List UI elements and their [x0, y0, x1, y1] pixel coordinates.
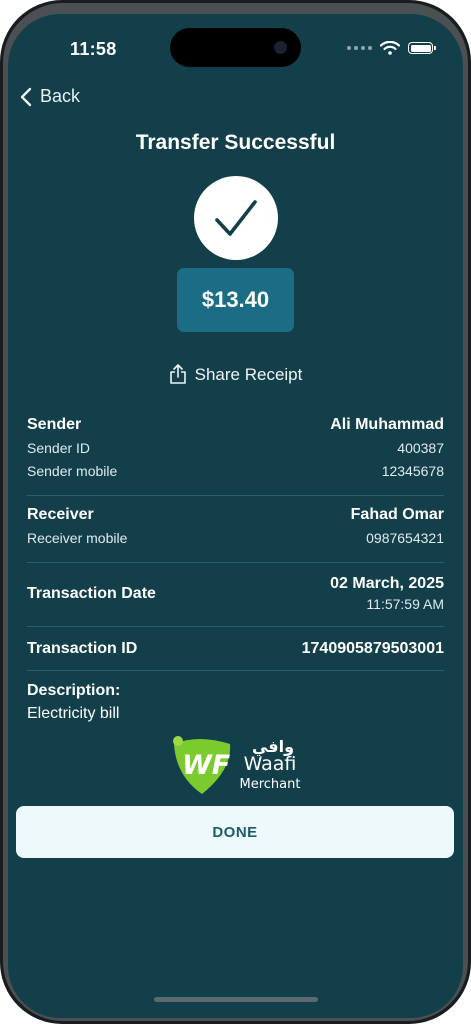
logo-sub: Merchant	[240, 777, 301, 792]
sender-name: Ali Muhammad	[330, 416, 444, 433]
cellular-signal-icon	[347, 46, 372, 50]
transaction-date-section: Transaction Date 02 March, 2025 11:57:59…	[27, 563, 444, 626]
camera-icon	[274, 41, 287, 54]
sender-mobile-label: Sender mobile	[27, 463, 118, 479]
status-time: 11:58	[70, 39, 117, 59]
waafi-merchant-logo: WF وافي Waafi Merchant	[168, 732, 308, 794]
sender-id-label: Sender ID	[27, 440, 91, 456]
sender-mobile-value: 12345678	[381, 463, 444, 479]
sender-label: Sender	[27, 416, 82, 433]
description-label: Description:	[27, 682, 121, 699]
description-section: Description: Electricity bill	[27, 671, 444, 723]
chevron-left-icon	[20, 87, 32, 106]
transaction-details: Sender Ali Muhammad Sender ID 400387 Sen…	[27, 416, 444, 723]
phone-frame: 11:58 Back Transfer Successful $13.40 Sh…	[0, 0, 471, 1024]
status-icons	[347, 41, 436, 55]
sender-section: Sender Ali Muhammad Sender ID 400387 Sen…	[27, 416, 444, 495]
done-label: DONE	[212, 823, 258, 841]
share-receipt-label: Share Receipt	[194, 364, 303, 384]
transaction-id-label: Transaction ID	[27, 640, 138, 657]
logo-name: Waafi	[244, 753, 297, 775]
receiver-section: Receiver Fahad Omar Receiver mobile 0987…	[27, 496, 444, 562]
transaction-date-value: 02 March, 2025	[330, 575, 444, 592]
battery-icon	[408, 42, 436, 54]
back-label: Back	[40, 86, 81, 106]
share-icon	[169, 364, 186, 384]
share-receipt-button[interactable]: Share Receipt	[8, 364, 463, 385]
checkmark-icon	[215, 200, 257, 236]
sender-id-value: 400387	[397, 440, 444, 456]
receiver-mobile-label: Receiver mobile	[27, 530, 128, 546]
transaction-id-value: 1740905879503001	[301, 640, 444, 657]
receiver-name: Fahad Omar	[350, 506, 444, 523]
transaction-date-label: Transaction Date	[27, 584, 156, 602]
success-badge	[194, 176, 278, 260]
wifi-icon	[380, 41, 400, 55]
done-button[interactable]: DONE	[16, 806, 454, 858]
transaction-time-value: 11:57:59 AM	[366, 596, 444, 612]
amount-display: $13.40	[177, 268, 294, 332]
receiver-mobile-value: 0987654321	[366, 530, 444, 546]
dynamic-island	[170, 28, 301, 67]
page-title: Transfer Successful	[135, 131, 336, 154]
screen: 11:58 Back Transfer Successful $13.40 Sh…	[8, 14, 463, 1018]
receiver-label: Receiver	[27, 506, 94, 523]
description-value: Electricity bill	[27, 705, 120, 722]
home-indicator[interactable]	[154, 997, 318, 1002]
logo-mark: WF	[182, 750, 231, 781]
back-button[interactable]: Back	[20, 86, 80, 107]
transaction-id-section: Transaction ID 1740905879503001	[27, 627, 444, 670]
